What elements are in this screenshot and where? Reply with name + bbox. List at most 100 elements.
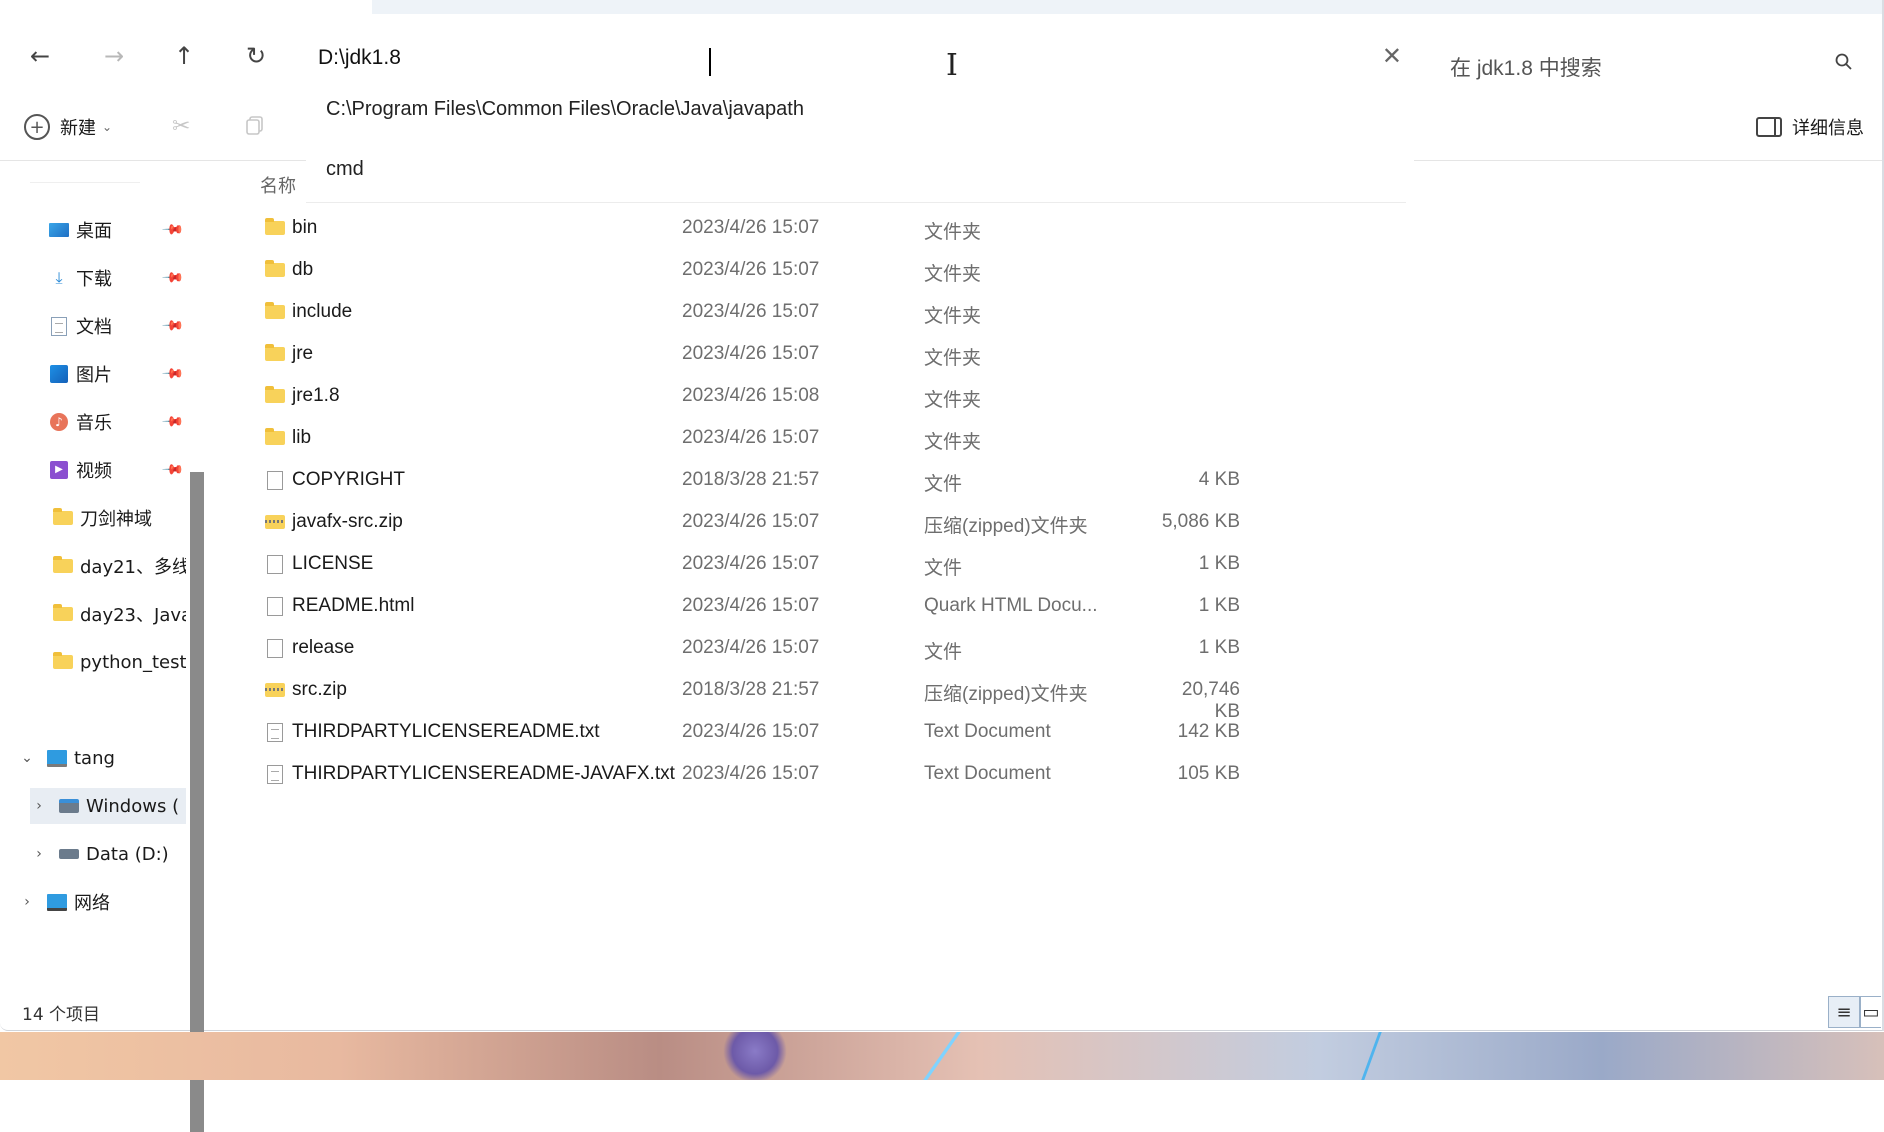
suggestion-item[interactable]: C:\Program Files\Common Files\Oracle\Jav… — [326, 98, 804, 121]
sidebar-item-pictures[interactable]: 图片 📌 — [48, 356, 240, 392]
chevron-right-icon[interactable]: › — [18, 894, 36, 910]
file-date: 2023/4/26 15:07 — [682, 595, 820, 616]
cut-icon[interactable]: ✂ — [172, 114, 190, 139]
suggestion-item[interactable]: cmd — [326, 158, 364, 181]
sidebar-item-desktop[interactable]: 桌面 📌 — [48, 212, 240, 248]
pin-icon[interactable]: 📌 — [161, 458, 185, 482]
sidebar-item-label: Data (D:) — [86, 843, 169, 865]
sidebar-item-folder[interactable]: 刀剑神域 — [52, 500, 244, 536]
pin-icon[interactable]: 📌 — [161, 266, 185, 290]
file-row[interactable]: include 2023/4/26 15:07 文件夹 — [240, 292, 1520, 332]
file-row[interactable]: db 2023/4/26 15:07 文件夹 — [240, 250, 1520, 290]
desktop-icon — [48, 220, 70, 240]
drive-icon — [58, 796, 80, 816]
file-icon — [264, 470, 286, 490]
status-bar: 14 个项目 ≡ ▭ — [0, 996, 1882, 1030]
file-date: 2023/4/26 15:07 — [682, 511, 820, 532]
chevron-right-icon[interactable]: › — [30, 798, 48, 814]
address-input[interactable] — [318, 46, 618, 70]
clear-address-button[interactable]: ✕ — [1382, 42, 1402, 70]
file-type: 文件夹 — [924, 306, 982, 327]
text-caret — [709, 48, 711, 76]
details-pane-icon — [1756, 117, 1782, 137]
sidebar-item-documents[interactable]: 文档 📌 — [48, 308, 240, 344]
file-type: 文件夹 — [924, 264, 982, 285]
sidebar-item-this-pc[interactable]: ⌄ tang — [18, 740, 210, 776]
active-tab[interactable] — [0, 0, 372, 14]
details-view-button[interactable]: ≡ — [1828, 996, 1860, 1028]
sidebar-item-folder[interactable]: day21、多线 — [52, 548, 186, 584]
file-row[interactable]: bin 2023/4/26 15:07 文件夹 — [240, 208, 1520, 248]
file-date: 2023/4/26 15:07 — [682, 721, 820, 742]
list-view-icon: ≡ — [1836, 1001, 1852, 1023]
navigation-pane: 桌面 📌 ⤓ 下载 📌 文档 📌 图片 📌 ♪ 音乐 📌 ▶ 视频 📌 刀剑神域… — [0, 162, 205, 1132]
column-header-name[interactable]: 名称 — [260, 172, 296, 198]
pin-icon[interactable]: 📌 — [161, 410, 185, 434]
file-type: 压缩(zipped)文件夹 — [924, 516, 1088, 537]
file-date: 2023/4/26 15:08 — [682, 385, 820, 406]
sidebar-item-network[interactable]: › 网络 — [18, 884, 210, 920]
sidebar-item-folder[interactable]: day23、Java — [52, 596, 186, 632]
download-icon: ⤓ — [55, 268, 63, 287]
file-row[interactable]: lib 2023/4/26 15:07 文件夹 — [240, 418, 1520, 458]
file-size: 5,086 KB — [1161, 511, 1240, 532]
file-date: 2023/4/26 15:07 — [682, 427, 820, 448]
file-row[interactable]: LICENSE 2023/4/26 15:07 文件 1 KB — [240, 544, 1520, 584]
file-row[interactable]: COPYRIGHT 2018/3/28 21:57 文件 4 KB — [240, 460, 1520, 500]
sidebar-item-label: Windows ( — [86, 795, 180, 817]
file-row[interactable]: README.html 2023/4/26 15:07 Quark HTML Doc… — [240, 586, 1520, 626]
sidebar-item-label: day21、多线 — [80, 557, 186, 578]
sidebar-item-downloads[interactable]: ⤓ 下载 📌 — [48, 260, 240, 296]
details-label: 详细信息 — [1792, 118, 1864, 139]
refresh-icon: ↻ — [245, 42, 267, 70]
sidebar-item-label: tang — [74, 747, 115, 769]
file-size: 105 KB — [1177, 763, 1240, 784]
file-date: 2018/3/28 21:57 — [682, 679, 820, 700]
file-date: 2023/4/26 15:07 — [682, 553, 820, 574]
file-date: 2023/4/26 15:07 — [682, 301, 820, 322]
file-explorer-window: ← → ↑ ↻ I ✕ 在 jdk1.8 中搜索 C:\Program File… — [0, 0, 1884, 1132]
pin-icon[interactable]: 📌 — [161, 362, 185, 386]
file-name: THIRDPARTYLICENSEREADME.txt — [292, 721, 600, 742]
search-icon[interactable] — [1834, 52, 1854, 77]
file-row[interactable]: THIRDPARTYLICENSEREADME-JAVAFX.txt 2023/4… — [240, 754, 1520, 794]
pin-icon[interactable]: 📌 — [161, 314, 185, 338]
sidebar-item-label: 桌面 — [76, 221, 112, 242]
file-name: LICENSE — [292, 553, 374, 574]
search-placeholder: 在 jdk1.8 中搜索 — [1450, 57, 1602, 80]
file-type: 文件 — [924, 642, 963, 663]
back-button[interactable]: ← — [22, 38, 58, 74]
file-type: 文件 — [924, 558, 963, 579]
sidebar-item-data-drive[interactable]: › Data (D:) — [30, 836, 186, 872]
copy-icon[interactable] — [244, 114, 266, 142]
search-box[interactable]: 在 jdk1.8 中搜索 — [1436, 44, 1866, 90]
forward-button[interactable]: → — [96, 38, 132, 74]
file-row[interactable]: jre 2023/4/26 15:07 文件夹 — [240, 334, 1520, 374]
file-row[interactable]: javafx-src.zip 2023/4/26 15:07 压缩(zipped)文… — [240, 502, 1520, 542]
sidebar-item-windows-drive[interactable]: › Windows ( — [30, 788, 186, 824]
new-button[interactable]: + 新建 ⌄ — [24, 110, 112, 144]
file-row[interactable]: release 2023/4/26 15:07 文件 1 KB — [240, 628, 1520, 668]
item-count: 14 个项目 — [22, 1005, 101, 1025]
file-icon — [264, 554, 286, 574]
file-row[interactable]: jre1.8 2023/4/26 15:08 文件夹 — [240, 376, 1520, 416]
file-date: 2023/4/26 15:07 — [682, 637, 820, 658]
file-row[interactable]: src.zip 2018/3/28 21:57 压缩(zipped)文件夹 20,74… — [240, 670, 1520, 722]
sidebar-item-folder[interactable]: python_test — [52, 644, 186, 680]
chevron-down-icon: ⌄ — [102, 120, 113, 134]
pin-icon[interactable]: 📌 — [161, 218, 185, 242]
file-name: THIRDPARTYLICENSEREADME-JAVAFX.txt — [292, 763, 675, 784]
chevron-right-icon[interactable]: › — [30, 846, 48, 862]
tiles-view-button[interactable]: ▭ — [1860, 996, 1881, 1028]
up-button[interactable]: ↑ — [166, 38, 202, 74]
sidebar-item-videos[interactable]: ▶ 视频 📌 — [48, 452, 240, 488]
refresh-button[interactable]: ↻ — [238, 38, 274, 74]
file-name: include — [292, 301, 353, 322]
file-name: COPYRIGHT — [292, 469, 405, 490]
sidebar-item-label: 文档 — [76, 317, 112, 338]
sidebar-item-music[interactable]: ♪ 音乐 📌 — [48, 404, 240, 440]
file-row[interactable]: THIRDPARTYLICENSEREADME.txt 2023/4/26 15:… — [240, 712, 1520, 752]
chevron-down-icon[interactable]: ⌄ — [18, 750, 36, 766]
details-pane-button[interactable]: 详细信息 — [1756, 114, 1864, 140]
file-date: 2023/4/26 15:07 — [682, 763, 820, 784]
